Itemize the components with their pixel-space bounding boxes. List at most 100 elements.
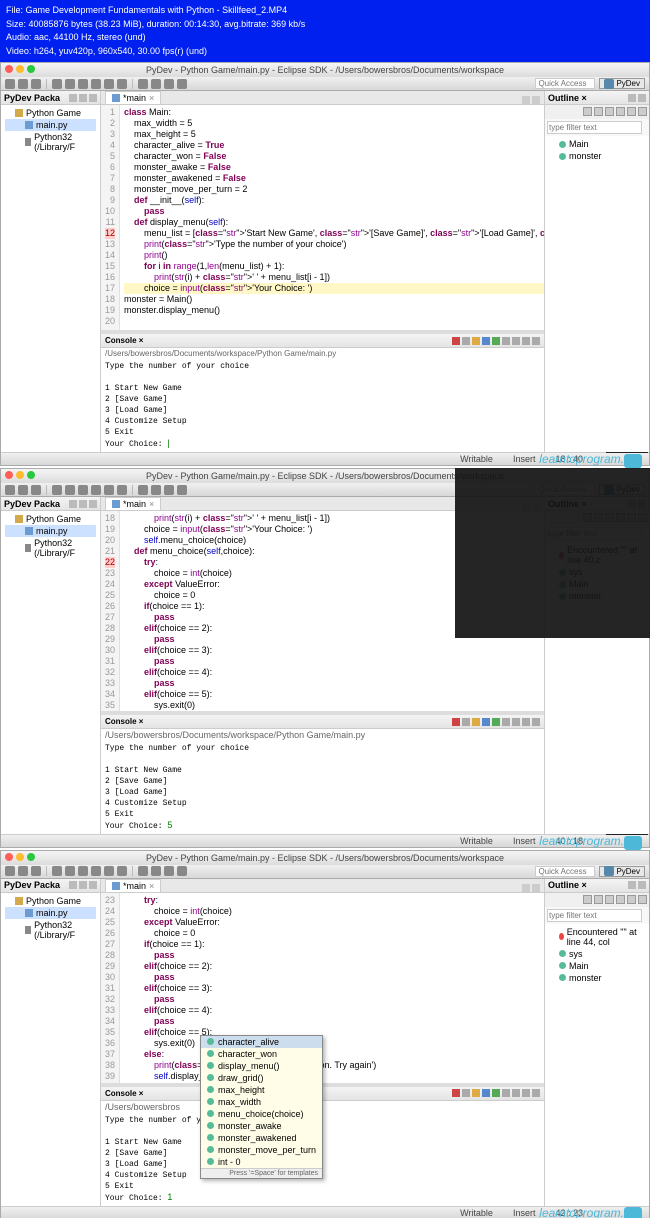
quick-access-input[interactable] bbox=[535, 78, 595, 89]
toolbar-button[interactable] bbox=[138, 866, 148, 876]
sort-icon[interactable] bbox=[638, 107, 647, 116]
open-console-icon[interactable] bbox=[512, 1089, 520, 1097]
terminate-icon[interactable] bbox=[452, 718, 460, 726]
project-node[interactable]: Python Game bbox=[5, 107, 96, 119]
autocomplete-item[interactable]: character_alive bbox=[201, 1036, 322, 1048]
remove-all-icon[interactable] bbox=[472, 718, 480, 726]
zoom-window-icon[interactable] bbox=[27, 471, 35, 479]
maximize-icon[interactable] bbox=[532, 337, 540, 345]
project-node[interactable]: Python Game bbox=[5, 513, 96, 525]
toolbar-button[interactable] bbox=[117, 485, 127, 495]
line-gutter[interactable]: 2324252627282930313233343536373839404142… bbox=[101, 893, 120, 1083]
sort-icon[interactable] bbox=[627, 895, 636, 904]
minimize-window-icon[interactable] bbox=[16, 471, 24, 479]
sort-icon[interactable] bbox=[594, 107, 603, 116]
sort-icon[interactable] bbox=[627, 107, 636, 116]
outline-item[interactable]: Encountered "" at line 44, col bbox=[549, 926, 645, 948]
close-tab-icon[interactable]: × bbox=[149, 93, 154, 103]
perspective-pydev[interactable]: PyDev bbox=[599, 866, 645, 877]
sort-icon[interactable] bbox=[638, 895, 647, 904]
autocomplete-item[interactable]: monster_move_per_turn bbox=[201, 1144, 322, 1156]
toolbar-button[interactable] bbox=[31, 79, 41, 89]
minimize-icon[interactable] bbox=[628, 94, 636, 102]
code-area[interactable]: class Main: max_width = 5 max_height = 5… bbox=[120, 105, 544, 330]
toolbar-button[interactable] bbox=[177, 485, 187, 495]
toolbar-button[interactable] bbox=[18, 79, 28, 89]
toolbar-button[interactable] bbox=[18, 866, 28, 876]
toolbar-button[interactable] bbox=[91, 79, 101, 89]
project-tree[interactable]: Python Game main.py Python32 (/Library/F bbox=[1, 511, 100, 834]
editor-tab[interactable]: *main× bbox=[105, 879, 161, 892]
remove-icon[interactable] bbox=[462, 337, 470, 345]
maximize-icon[interactable] bbox=[638, 881, 646, 889]
remove-all-icon[interactable] bbox=[472, 1089, 480, 1097]
scroll-lock-icon[interactable] bbox=[482, 337, 490, 345]
toolbar-button[interactable] bbox=[117, 866, 127, 876]
toolbar-button[interactable] bbox=[5, 79, 15, 89]
display-icon[interactable] bbox=[502, 718, 510, 726]
display-icon[interactable] bbox=[502, 1089, 510, 1097]
minimize-icon[interactable] bbox=[522, 337, 530, 345]
console-output[interactable]: Type the number of your choice 1 Start N… bbox=[101, 741, 544, 834]
library-node[interactable]: Python32 (/Library/F bbox=[5, 131, 96, 153]
toolbar-button[interactable] bbox=[91, 866, 101, 876]
maximize-icon[interactable] bbox=[89, 881, 97, 889]
view-menu-icon[interactable] bbox=[69, 881, 77, 889]
sort-icon[interactable] bbox=[605, 107, 614, 116]
window-title-bar[interactable]: PyDev - Python Game/main.py - Eclipse SD… bbox=[1, 63, 649, 77]
toolbar-button[interactable] bbox=[164, 866, 174, 876]
close-tab-icon[interactable]: × bbox=[149, 499, 154, 509]
toolbar-button[interactable] bbox=[65, 485, 75, 495]
sort-icon[interactable] bbox=[616, 895, 625, 904]
maximize-icon[interactable] bbox=[638, 94, 646, 102]
outline-item[interactable]: Main bbox=[549, 960, 645, 972]
sort-icon[interactable] bbox=[583, 107, 592, 116]
quick-access-input[interactable] bbox=[535, 866, 595, 877]
outline-item[interactable]: monster bbox=[549, 150, 645, 162]
autocomplete-popup[interactable]: character_alivecharacter_wondisplay_menu… bbox=[200, 1035, 323, 1179]
close-tab-icon[interactable]: × bbox=[149, 881, 154, 891]
library-node[interactable]: Python32 (/Library/F bbox=[5, 537, 96, 559]
minimize-icon[interactable] bbox=[522, 1089, 530, 1097]
outline-filter-input[interactable] bbox=[547, 121, 642, 134]
close-window-icon[interactable] bbox=[5, 65, 13, 73]
toolbar-button[interactable] bbox=[65, 79, 75, 89]
autocomplete-item[interactable]: character_won bbox=[201, 1048, 322, 1060]
toolbar-button[interactable] bbox=[117, 79, 127, 89]
scroll-lock-icon[interactable] bbox=[482, 718, 490, 726]
open-console-icon[interactable] bbox=[512, 718, 520, 726]
code-editor[interactable]: 1234567891011121314151617181920 class Ma… bbox=[101, 105, 544, 330]
sort-icon[interactable] bbox=[594, 895, 603, 904]
project-tree[interactable]: Python Game main.py Python32 (/Library/F bbox=[1, 105, 100, 452]
toolbar-button[interactable] bbox=[164, 79, 174, 89]
toolbar-button[interactable] bbox=[31, 485, 41, 495]
autocomplete-item[interactable]: max_width bbox=[201, 1096, 322, 1108]
outline-tree[interactable]: Mainmonster bbox=[545, 136, 649, 452]
minimize-icon[interactable] bbox=[628, 881, 636, 889]
outline-filter-input[interactable] bbox=[547, 909, 642, 922]
remove-icon[interactable] bbox=[462, 718, 470, 726]
toolbar-button[interactable] bbox=[52, 79, 62, 89]
pin-icon[interactable] bbox=[492, 337, 500, 345]
remove-all-icon[interactable] bbox=[472, 337, 480, 345]
maximize-icon[interactable] bbox=[89, 94, 97, 102]
terminate-icon[interactable] bbox=[452, 337, 460, 345]
outline-item[interactable]: Main bbox=[549, 138, 645, 150]
toolbar-button[interactable] bbox=[138, 485, 148, 495]
close-window-icon[interactable] bbox=[5, 853, 13, 861]
minimize-icon[interactable] bbox=[522, 718, 530, 726]
toolbar-button[interactable] bbox=[52, 866, 62, 876]
maximize-icon[interactable] bbox=[532, 1089, 540, 1097]
toolbar-button[interactable] bbox=[151, 866, 161, 876]
toolbar-button[interactable] bbox=[177, 866, 187, 876]
toolbar-button[interactable] bbox=[52, 485, 62, 495]
editor-tab[interactable]: *main× bbox=[105, 497, 161, 510]
minimize-icon[interactable] bbox=[79, 881, 87, 889]
zoom-window-icon[interactable] bbox=[27, 853, 35, 861]
toolbar-button[interactable] bbox=[138, 79, 148, 89]
sort-icon[interactable] bbox=[583, 895, 592, 904]
terminate-icon[interactable] bbox=[452, 1089, 460, 1097]
autocomplete-item[interactable]: draw_grid() bbox=[201, 1072, 322, 1084]
autocomplete-item[interactable]: menu_choice(choice) bbox=[201, 1108, 322, 1120]
file-node[interactable]: main.py bbox=[5, 119, 96, 131]
